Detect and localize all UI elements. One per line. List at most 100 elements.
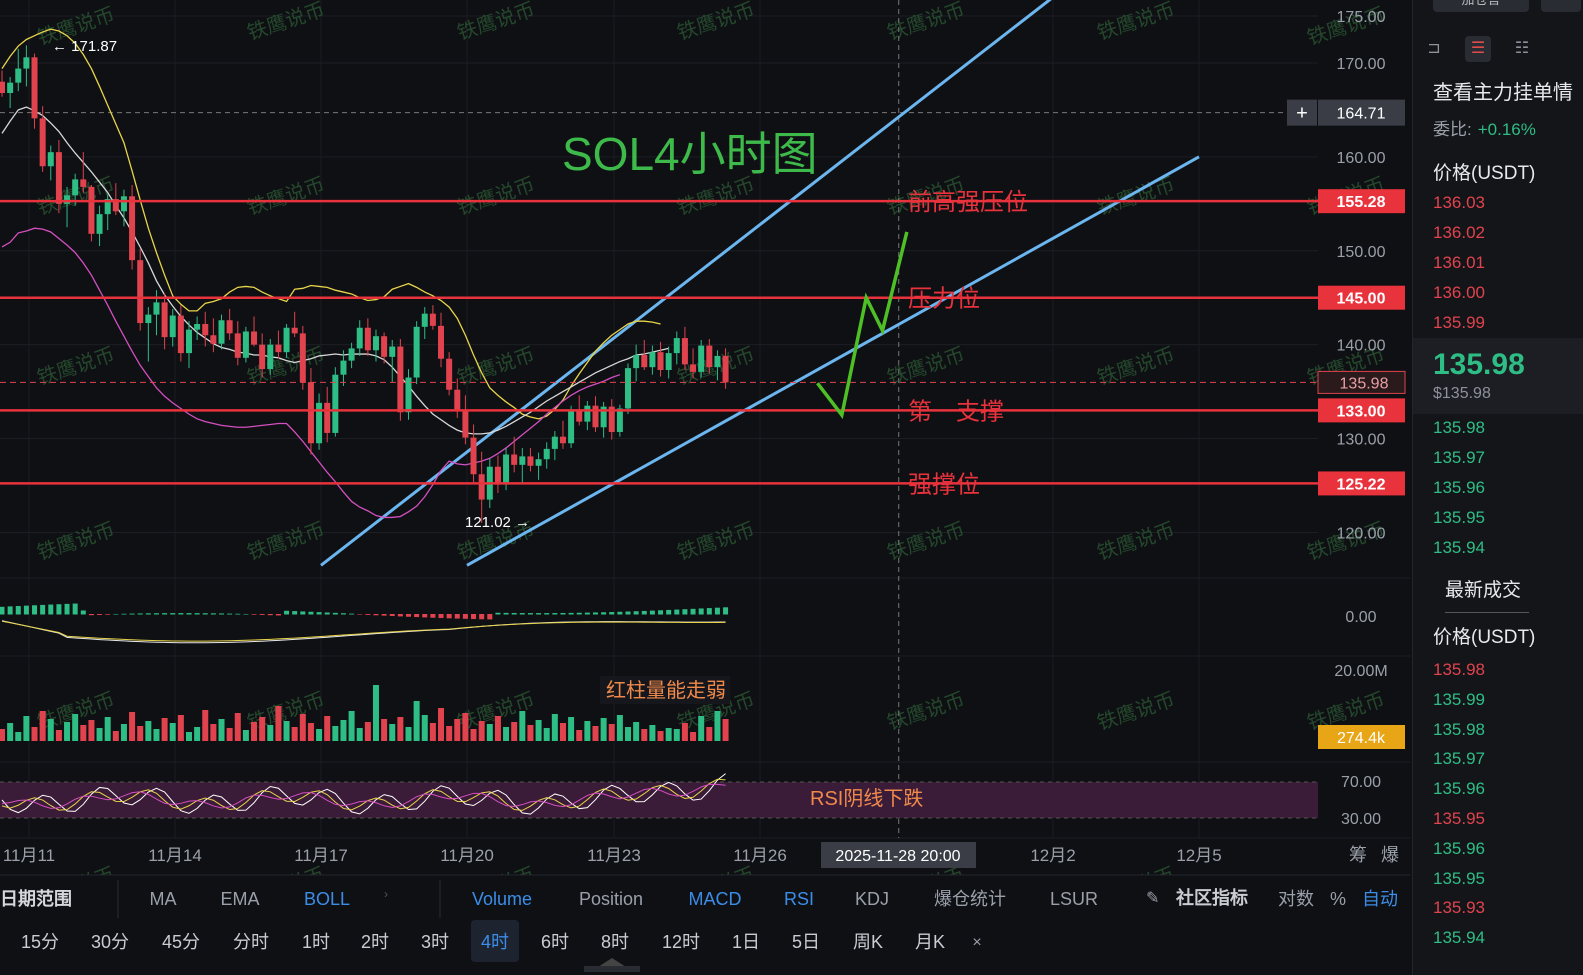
macd-histogram-bar (609, 612, 615, 615)
price-row[interactable]: 136.02 (1433, 223, 1485, 243)
candle-body (47, 152, 54, 167)
price-row[interactable]: 135.93 (1433, 898, 1485, 918)
more-button[interactable] (1541, 0, 1581, 12)
interval-4[interactable]: 1时 (302, 932, 330, 952)
book-both-icon[interactable]: ⊐ (1421, 36, 1447, 62)
candle-body (120, 196, 127, 212)
main-indicator-boll[interactable]: BOLL (304, 889, 350, 909)
volume-bar (39, 711, 46, 741)
price-row[interactable]: 135.96 (1433, 779, 1485, 799)
candle-body (527, 456, 534, 466)
interval-6[interactable]: 3时 (421, 932, 449, 952)
interval-3[interactable]: 分时 (233, 932, 269, 952)
interval-1[interactable]: 30分 (91, 932, 129, 952)
auto-scale-button[interactable]: 自动 (1362, 889, 1398, 909)
candle-body (307, 382, 314, 444)
macd-histogram-bar (446, 614, 452, 619)
interval-8[interactable]: 6时 (541, 932, 569, 952)
sub-indicator-5[interactable]: 爆仓统计 (934, 889, 1006, 909)
interval-9[interactable]: 8时 (601, 932, 629, 952)
interval-0[interactable]: 15分 (21, 932, 59, 952)
price-row[interactable]: 135.99 (1433, 313, 1485, 333)
price-row[interactable]: 135.95 (1433, 508, 1485, 528)
percent-scale-button[interactable]: % (1330, 889, 1346, 909)
volume-bar (202, 710, 209, 741)
sub-indicator-4[interactable]: KDJ (855, 889, 889, 909)
volume-bar (96, 728, 103, 741)
sub-indicator-1[interactable]: Position (579, 889, 643, 909)
price-row[interactable]: 135.95 (1433, 809, 1485, 829)
interval-11[interactable]: 1日 (732, 932, 760, 952)
chart-title: SOL4小时图 (562, 128, 818, 180)
candle-body (649, 352, 656, 368)
candle-body (324, 402, 331, 433)
add-position-button[interactable]: 加仓言 (1433, 0, 1529, 12)
key-level-name: 前高强压位 (908, 189, 1028, 216)
interval-5[interactable]: 2时 (361, 932, 389, 952)
date-range-button[interactable]: 日期范围 (0, 888, 72, 909)
price-row[interactable]: 135.96 (1433, 478, 1485, 498)
whale-orders-link[interactable]: 查看主力挂单情 (1433, 76, 1573, 105)
main-indicator-ma[interactable]: MA (150, 889, 177, 909)
price-row[interactable]: 136.03 (1433, 193, 1485, 213)
liquidation-button[interactable]: 爆 (1381, 845, 1399, 865)
plus-icon[interactable]: + (1296, 103, 1308, 125)
price-row[interactable]: 135.94 (1433, 538, 1485, 558)
chips-button[interactable]: 筹 (1349, 845, 1367, 865)
sub-indicator-6[interactable]: LSUR (1050, 889, 1098, 909)
sub-indicator-3[interactable]: RSI (784, 889, 814, 909)
interval-2[interactable]: 45分 (162, 932, 200, 952)
price-row[interactable]: 135.97 (1433, 448, 1485, 468)
interval-7[interactable]: 4时 (481, 932, 509, 952)
community-indicators-button[interactable]: 社区指标 (1176, 887, 1248, 908)
price-row[interactable]: 135.99 (1433, 690, 1485, 710)
candle-body (64, 195, 71, 204)
bid-ask-ratio: 委比: +0.16% (1433, 120, 1536, 139)
interval-10[interactable]: 12时 (662, 932, 700, 952)
sub-indicator-2[interactable]: MACD (689, 889, 742, 909)
price-row[interactable]: 136.00 (1433, 283, 1485, 303)
candle-body (194, 323, 201, 330)
time-tick-label: 11月26 (733, 846, 787, 865)
price-row[interactable]: 136.01 (1433, 253, 1485, 273)
book-bids-icon[interactable]: ☷ (1509, 36, 1535, 62)
volume-bar (429, 723, 436, 741)
candle-body (616, 408, 623, 432)
candle-body (673, 338, 680, 354)
macd-histogram-bar (48, 604, 54, 615)
price-row[interactable]: 135.98 (1433, 720, 1485, 740)
interval-14[interactable]: 月K (915, 932, 945, 952)
price-row[interactable]: 135.95 (1433, 869, 1485, 889)
rsi-70-label: 70.00 (1341, 774, 1381, 791)
high-annotation: ← 171.87 (52, 38, 117, 55)
chart-area[interactable]: 铁鹰说币 铁鹰说币 铁鹰说币 铁鹰说币 铁鹰说币 铁鹰说币 铁鹰说币 铁鹰说币 铁鹰说币 铁鹰说币… (0, 0, 1410, 975)
candle-body (242, 331, 249, 358)
interval-12[interactable]: 5日 (792, 932, 820, 952)
volume-bar (389, 724, 396, 741)
time-tick-label: 11月23 (587, 846, 641, 865)
edit-icon[interactable]: ✎ (1146, 890, 1159, 907)
trades-title[interactable]: 最新成交 (1445, 575, 1521, 602)
book-asks-icon[interactable]: ☰ (1465, 36, 1491, 62)
volume-bar (283, 721, 290, 741)
sub-indicator-0[interactable]: Volume (472, 889, 532, 909)
price-row[interactable]: 135.98 (1433, 660, 1485, 680)
price-row[interactable]: 135.97 (1433, 749, 1485, 769)
interval-13[interactable]: 周K (853, 932, 883, 952)
price-row[interactable]: 135.96 (1433, 839, 1485, 859)
price-row[interactable]: 135.94 (1433, 928, 1485, 948)
macd-histogram-bar (23, 605, 29, 615)
price-chart[interactable]: 铁鹰说币 铁鹰说币 铁鹰说币 铁鹰说币 铁鹰说币 铁鹰说币 铁鹰说币铁鹰说币 铁鹰说币 铁鹰说币… (0, 0, 1410, 975)
price-row[interactable]: 135.98 (1433, 418, 1485, 438)
volume-bar (568, 717, 575, 741)
close-intervals-icon[interactable]: × (972, 934, 981, 951)
log-scale-button[interactable]: 对数 (1278, 889, 1314, 909)
volume-bar (625, 727, 632, 741)
collapse-handle[interactable] (584, 966, 640, 972)
macd-histogram-bar (690, 608, 696, 615)
price-tick-label: 140.00 (1337, 338, 1386, 355)
macd-histogram-bar (202, 613, 208, 615)
main-indicator-ema[interactable]: EMA (220, 889, 259, 909)
candle-body (413, 326, 420, 378)
more-indicators-icon[interactable]: › (384, 887, 388, 901)
